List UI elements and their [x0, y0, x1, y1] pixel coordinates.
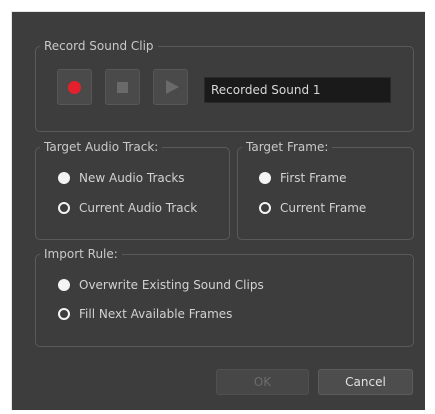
stop-icon — [117, 81, 128, 93]
radio-new-audio-tracks[interactable]: New Audio Tracks — [58, 171, 185, 185]
radio-current-audio-track[interactable]: Current Audio Track — [58, 201, 197, 215]
stop-button[interactable] — [105, 69, 140, 105]
radio-unselected-icon — [58, 279, 70, 291]
radio-fill-next-available[interactable]: Fill Next Available Frames — [58, 307, 232, 321]
play-button[interactable] — [153, 69, 188, 105]
import-rule-group: Import Rule: Overwrite Existing Sound Cl… — [35, 246, 414, 347]
clip-name-field[interactable]: Recorded Sound 1 — [204, 77, 391, 103]
radio-unselected-icon — [259, 172, 271, 184]
import-rule-legend: Import Rule: — [40, 246, 122, 262]
radio-label: Fill Next Available Frames — [79, 307, 233, 321]
radio-selected-icon — [259, 202, 271, 214]
record-sound-clip-legend: Record Sound Clip — [40, 38, 158, 54]
target-frame-group: Target Frame: First Frame Current Frame — [237, 139, 414, 240]
cancel-button[interactable]: Cancel — [318, 369, 413, 395]
record-sound-clip-group: Record Sound Clip Recorded Sound 1 — [35, 38, 414, 132]
radio-selected-icon — [58, 202, 70, 214]
radio-label: New Audio Tracks — [79, 171, 185, 185]
ok-button[interactable]: OK — [216, 369, 309, 395]
radio-label: First Frame — [280, 171, 347, 185]
record-icon — [68, 80, 81, 94]
radio-current-frame[interactable]: Current Frame — [259, 201, 366, 215]
radio-selected-icon — [58, 308, 70, 320]
target-audio-track-group: Target Audio Track: New Audio Tracks Cur… — [35, 139, 230, 240]
record-sound-dialog: Record Sound Clip Recorded Sound 1 Targe… — [11, 11, 425, 410]
radio-first-frame[interactable]: First Frame — [259, 171, 346, 185]
target-frame-legend: Target Frame: — [242, 139, 333, 155]
record-button[interactable] — [57, 69, 92, 105]
radio-label: Current Audio Track — [79, 201, 198, 215]
target-audio-track-legend: Target Audio Track: — [40, 139, 163, 155]
radio-label: Current Frame — [280, 201, 367, 215]
radio-label: Overwrite Existing Sound Clips — [79, 278, 264, 292]
radio-overwrite-existing[interactable]: Overwrite Existing Sound Clips — [58, 278, 264, 292]
play-icon — [165, 80, 179, 94]
radio-unselected-icon — [58, 172, 70, 184]
